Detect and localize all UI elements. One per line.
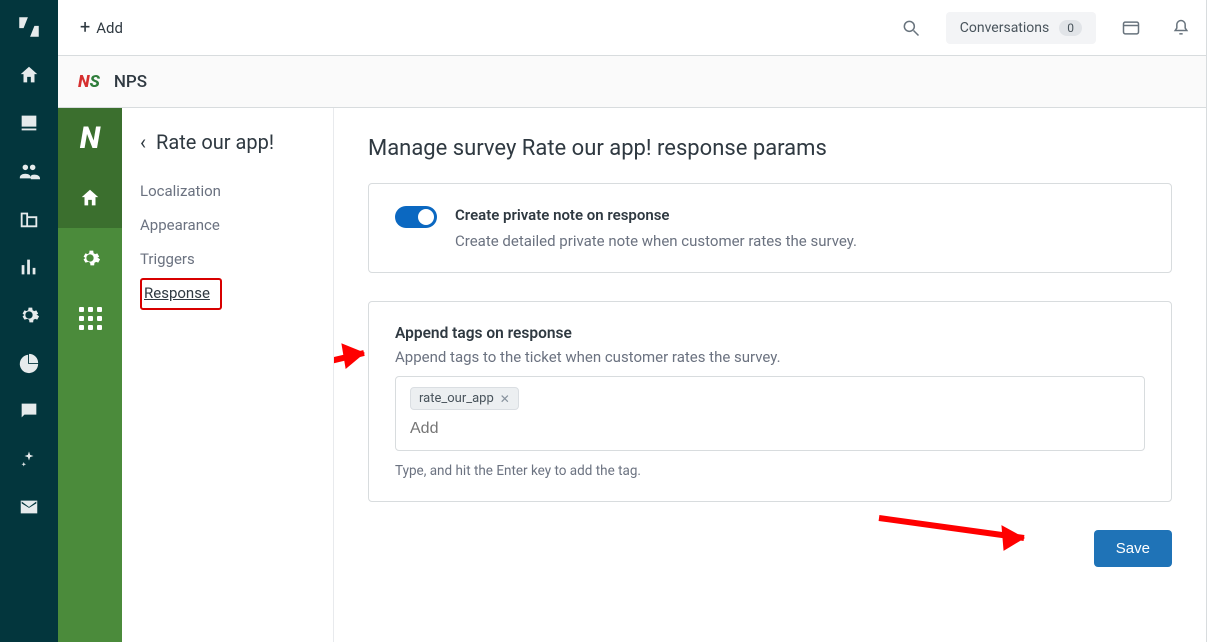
nav-org-icon[interactable] [16, 206, 42, 232]
topbar: + Add Conversations 0 [58, 0, 1206, 56]
app-nav-logo[interactable]: N [58, 108, 122, 168]
private-note-card: Create private note on response Create d… [368, 183, 1172, 273]
page-title: Manage survey Rate our app! response par… [368, 136, 1172, 161]
add-button[interactable]: + Add [72, 13, 131, 43]
subnav-item-response[interactable]: Response [144, 284, 210, 302]
nav-contacts-icon[interactable] [16, 158, 42, 184]
app-nav: N [58, 108, 122, 642]
annotation-highlight: Response [140, 278, 222, 310]
subnav-item-appearance[interactable]: Appearance [140, 208, 315, 242]
nav-mail-icon[interactable] [16, 494, 42, 520]
app-header: NS NPS [58, 56, 1206, 108]
survey-title: Rate our app! [156, 130, 274, 154]
private-note-title: Create private note on response [455, 206, 857, 224]
app-nav-settings-icon[interactable] [58, 228, 122, 288]
nav-pie-icon[interactable] [16, 350, 42, 376]
nav-chat-icon[interactable] [16, 398, 42, 424]
tags-label: Append tags on response [395, 324, 1145, 342]
conversations-chip[interactable]: Conversations 0 [946, 12, 1096, 44]
nav-inbox-icon[interactable] [16, 110, 42, 136]
subnav-item-localization[interactable]: Localization [140, 174, 315, 208]
content-area: Manage survey Rate our app! response par… [334, 108, 1206, 642]
tag-input[interactable] [410, 418, 1130, 440]
annotation-arrow [874, 508, 1054, 562]
nav-reports-icon[interactable] [16, 254, 42, 280]
save-button[interactable]: Save [1094, 530, 1172, 567]
primary-nav [0, 0, 58, 642]
chevron-left-icon: ‹ [140, 132, 146, 152]
tag-input-box[interactable]: rate_our_app ✕ [395, 376, 1145, 451]
tag-chip-text: rate_our_app [419, 391, 494, 406]
nav-home-icon[interactable] [16, 62, 42, 88]
app-nav-apps-icon[interactable] [58, 288, 122, 348]
private-note-desc: Create detailed private note when custom… [455, 232, 857, 250]
add-label: Add [96, 19, 123, 37]
nav-settings-icon[interactable] [16, 302, 42, 328]
notifications-icon[interactable] [1170, 17, 1192, 39]
remove-tag-icon[interactable]: ✕ [500, 392, 510, 406]
brand-logo-icon[interactable] [16, 14, 42, 40]
tags-hint: Type, and hit the Enter key to add the t… [395, 463, 1145, 479]
conversations-count: 0 [1059, 20, 1082, 36]
plus-icon: + [80, 19, 90, 37]
app-nav-home-icon[interactable] [58, 168, 122, 228]
app-logo-icon: NS [78, 72, 100, 92]
back-to-surveys[interactable]: ‹ Rate our app! [140, 130, 315, 154]
tags-card: Append tags on response Append tags to t… [368, 301, 1172, 502]
search-icon[interactable] [900, 17, 922, 39]
messages-icon[interactable] [1120, 17, 1142, 39]
conversations-label: Conversations [960, 20, 1049, 36]
tag-chip: rate_our_app ✕ [410, 387, 519, 410]
subnav-item-triggers[interactable]: Triggers [140, 242, 315, 276]
app-name: NPS [114, 72, 147, 92]
tags-desc: Append tags to the ticket when customer … [395, 348, 1145, 366]
survey-subnav: ‹ Rate our app! Localization Appearance … [122, 108, 334, 642]
nav-sparkle-icon[interactable] [16, 446, 42, 472]
private-note-toggle[interactable] [395, 206, 437, 228]
